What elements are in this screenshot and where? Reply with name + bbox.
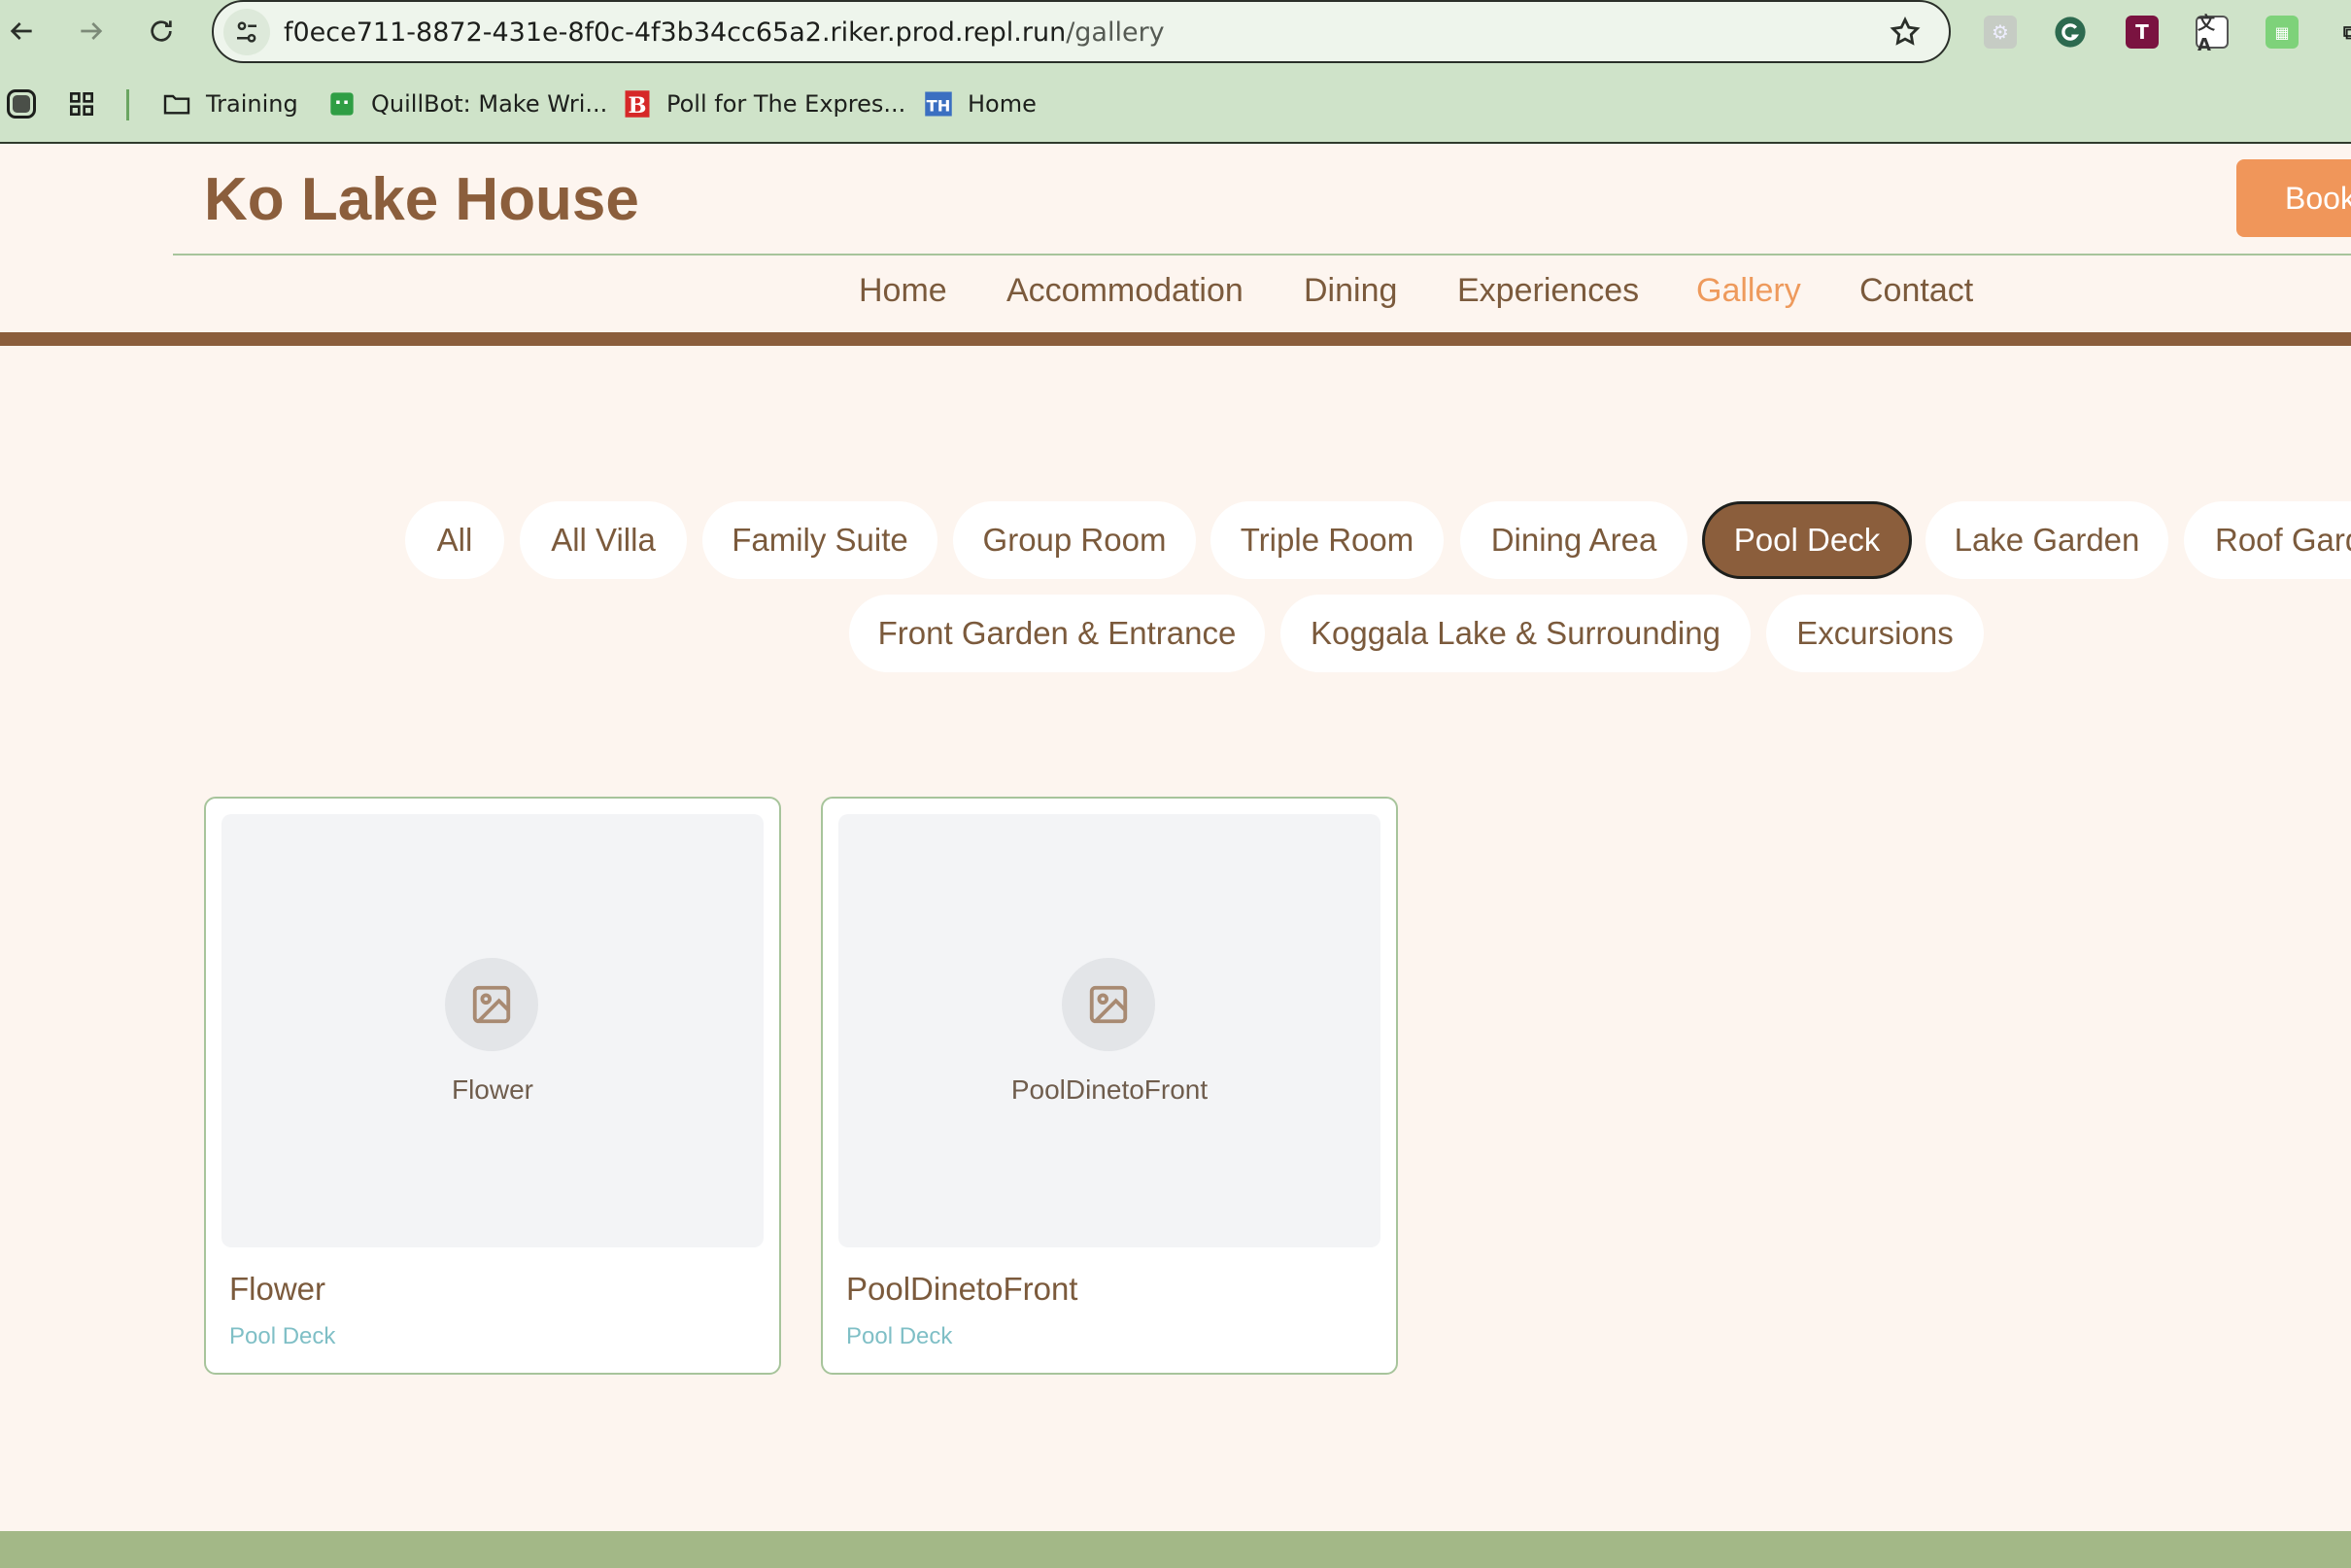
- image-icon: [1062, 958, 1155, 1051]
- nav-gallery[interactable]: Gallery: [1696, 272, 1801, 310]
- url-text: f0ece711-8872-431e-8f0c-4f3b34cc65a2.rik…: [284, 17, 1165, 48]
- tab-search-button[interactable]: [4, 80, 39, 128]
- nav-accommodation[interactable]: Accommodation: [1006, 272, 1244, 310]
- gallery-card[interactable]: PoolDinetoFront PoolDinetoFront Pool Dec…: [821, 797, 1398, 1375]
- filter-triple-room[interactable]: Triple Room: [1210, 501, 1444, 579]
- footer-strip: [0, 1531, 2351, 1568]
- browser-chrome: f0ece711-8872-431e-8f0c-4f3b34cc65a2.rik…: [0, 0, 2351, 144]
- placeholder-label: PoolDinetoFront: [1010, 1074, 1209, 1105]
- bookmark-divider: [126, 89, 129, 120]
- gallery-card[interactable]: Flower Flower Pool Deck: [204, 797, 781, 1375]
- bookmark-label: Poll for The Expres...: [666, 90, 906, 118]
- nav-dining[interactable]: Dining: [1304, 272, 1397, 310]
- filter-all-villa[interactable]: All Villa: [520, 501, 687, 579]
- bookmark-star-icon[interactable]: [1889, 16, 1922, 49]
- header-divider: [173, 254, 2351, 256]
- bookmark-label: QuillBot: Make Wri...: [371, 90, 608, 118]
- forward-button[interactable]: [70, 10, 113, 52]
- arrow-left-icon: [10, 22, 32, 40]
- apps-button[interactable]: [66, 80, 97, 128]
- filter-lake-garden[interactable]: Lake Garden: [1925, 501, 2168, 579]
- filter-family-suite[interactable]: Family Suite: [702, 501, 937, 579]
- main-nav: Home Accommodation Dining Experiences Ga…: [0, 272, 2351, 332]
- bookmark-label: Training: [206, 90, 298, 118]
- header-accent-bar: [0, 332, 2351, 346]
- svg-text:B: B: [628, 93, 646, 119]
- filter-dining-area[interactable]: Dining Area: [1460, 501, 1687, 579]
- image-placeholder[interactable]: PoolDinetoFront: [838, 814, 1380, 1247]
- card-title: Flower: [229, 1271, 326, 1307]
- tune-icon: [237, 21, 256, 43]
- image-placeholder[interactable]: Flower: [221, 814, 764, 1247]
- filter-pool-deck[interactable]: Pool Deck: [1702, 501, 1912, 579]
- apps-grid-icon: [70, 92, 93, 116]
- nav-experiences[interactable]: Experiences: [1457, 272, 1639, 310]
- address-bar[interactable]: f0ece711-8872-431e-8f0c-4f3b34cc65a2.rik…: [212, 0, 1951, 63]
- book-button[interactable]: Book: [2236, 159, 2351, 237]
- arrow-right-icon: [81, 22, 103, 40]
- filter-excursions[interactable]: Excursions: [1766, 595, 1984, 672]
- filter-koggala-lake-surrounding[interactable]: Koggala Lake & Surrounding: [1280, 595, 1751, 672]
- poll-b-icon: B: [622, 88, 653, 119]
- nav-home[interactable]: Home: [859, 272, 947, 310]
- site-brand[interactable]: Ko Lake House: [204, 165, 639, 234]
- bookmark-quillbot[interactable]: QuillBot: Make Wri...: [326, 80, 607, 128]
- th-icon: TH: [923, 88, 954, 119]
- folder-icon: [161, 88, 192, 119]
- nav-contact[interactable]: Contact: [1859, 272, 1973, 310]
- green-ext-icon[interactable]: ▦: [2266, 16, 2299, 49]
- image-icon: [445, 958, 538, 1051]
- filter-group-room[interactable]: Group Room: [953, 501, 1196, 579]
- svg-text:TH: TH: [927, 97, 951, 116]
- site-info-button[interactable]: [223, 9, 270, 55]
- site-header: Ko Lake House Book Home Accommodation Di…: [0, 144, 2351, 346]
- puzzle-gray-icon[interactable]: ⚙: [1984, 16, 2017, 49]
- bookmark-home[interactable]: TH Home: [923, 80, 1037, 128]
- card-title: PoolDinetoFront: [846, 1271, 1078, 1307]
- quillbot-icon: [326, 88, 358, 119]
- translate-icon[interactable]: 文A: [2196, 14, 2229, 55]
- reload-icon: [151, 20, 172, 42]
- card-category: Pool Deck: [229, 1323, 336, 1349]
- bookmarks-bar: Training QuillBot: Make Wri... B Poll fo…: [0, 80, 2351, 128]
- t-icon[interactable]: T: [2126, 16, 2159, 49]
- grammarly-icon[interactable]: [2054, 16, 2087, 49]
- card-category: Pool Deck: [846, 1323, 953, 1349]
- extensions-menu-icon[interactable]: ⧉: [2334, 16, 2351, 49]
- url-path: /gallery: [1066, 17, 1165, 48]
- filter-all[interactable]: All: [405, 501, 504, 579]
- bookmark-training[interactable]: Training: [161, 80, 298, 128]
- url-host: f0ece711-8872-431e-8f0c-4f3b34cc65a2.rik…: [284, 17, 1067, 48]
- filter-front-garden-entrance[interactable]: Front Garden & Entrance: [849, 595, 1265, 672]
- placeholder-label: Flower: [451, 1074, 533, 1105]
- reload-button[interactable]: [140, 10, 183, 52]
- back-button[interactable]: [0, 10, 43, 52]
- bookmark-label: Home: [968, 90, 1037, 118]
- square-icon: [7, 89, 36, 119]
- bookmark-poll[interactable]: B Poll for The Expres...: [622, 80, 905, 128]
- filter-roof-garden[interactable]: Roof Garden: [2184, 501, 2351, 579]
